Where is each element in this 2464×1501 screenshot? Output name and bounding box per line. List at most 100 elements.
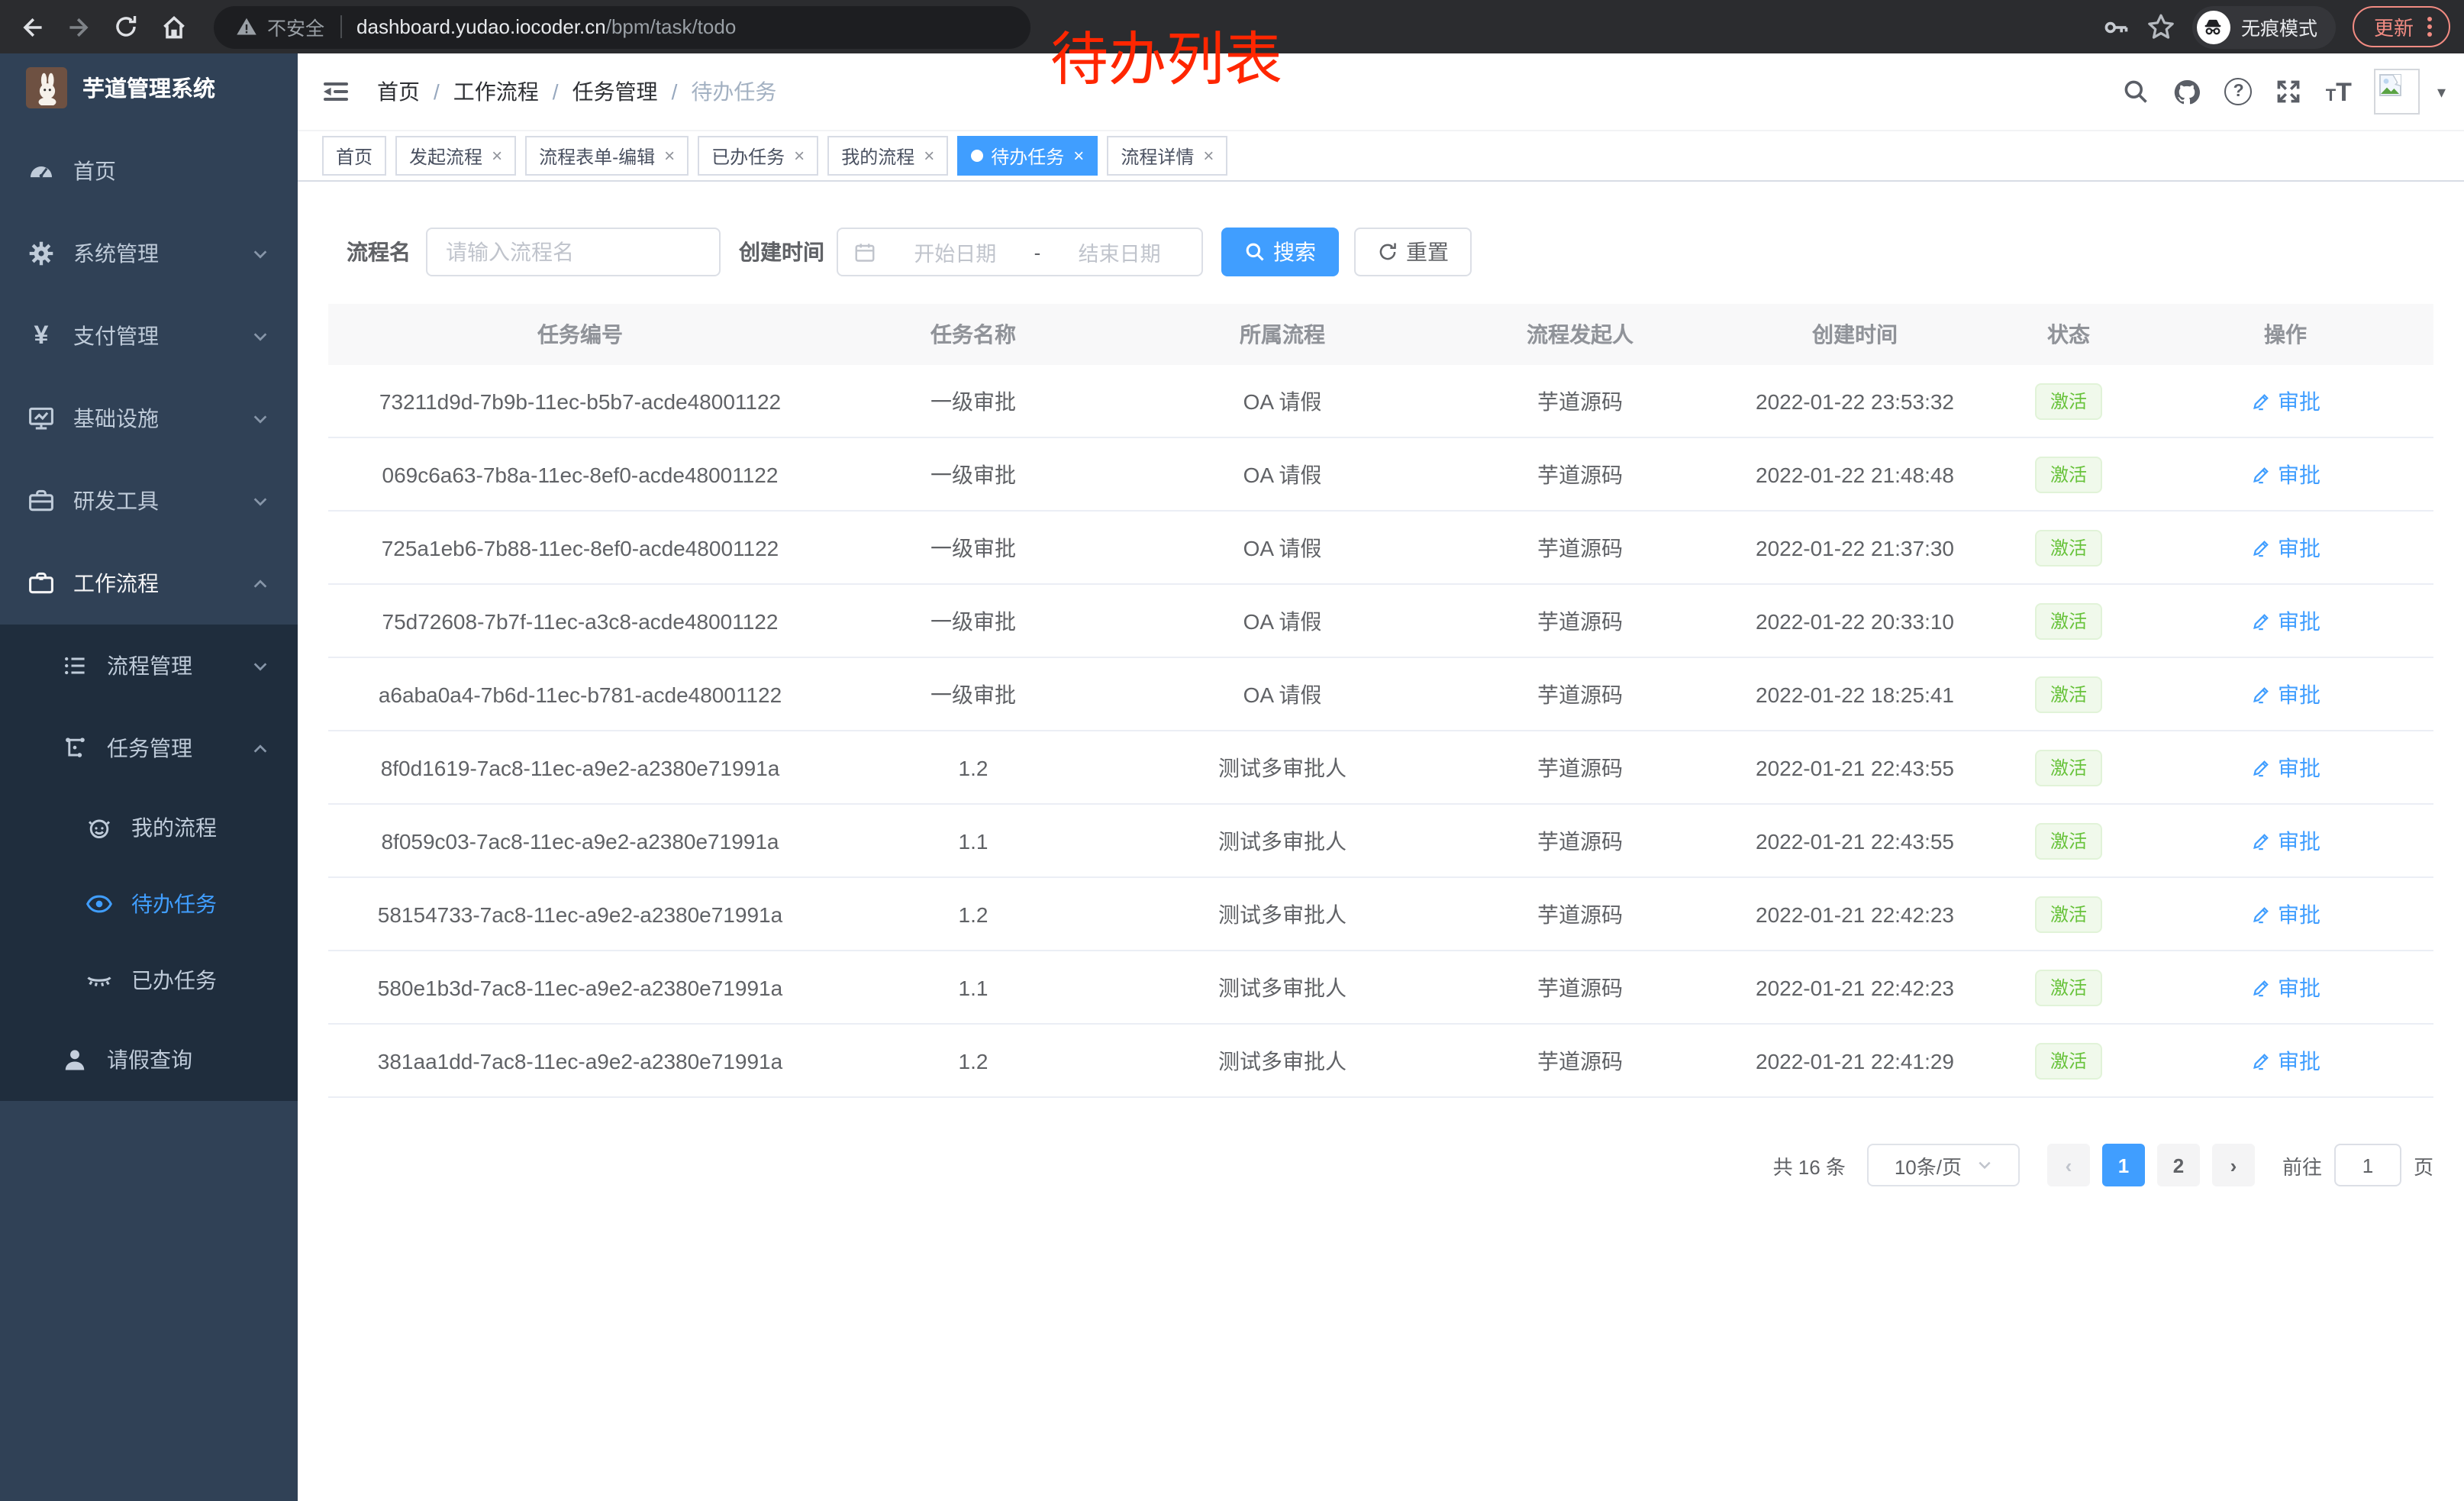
font-size-icon[interactable]: TT	[2326, 79, 2352, 105]
task-row: 58154733-7ac8-11ec-a9e2-a2380e71991a 1.2…	[328, 878, 2433, 951]
approve-link[interactable]: 审批	[2250, 459, 2320, 489]
yen-icon: ¥	[27, 321, 55, 351]
status-badge: 激活	[2035, 676, 2102, 712]
search-button[interactable]: 搜索	[1221, 228, 1339, 276]
sidebar-item-process-management[interactable]: 流程管理	[0, 625, 298, 707]
browser-back-button[interactable]	[11, 6, 52, 47]
incognito-icon	[2197, 10, 2230, 44]
approve-link[interactable]: 审批	[2250, 972, 2320, 1002]
browser-menu-icon[interactable]	[2427, 24, 2432, 29]
approve-link[interactable]: 审批	[2250, 386, 2320, 416]
task-name: 一级审批	[832, 386, 1114, 416]
tab-home[interactable]: 首页	[322, 136, 386, 176]
sidebar-item-task-management[interactable]: 任务管理	[0, 707, 298, 789]
url-bar[interactable]: 不安全 dashboard.yudao.iocoder.cn/bpm/task/…	[214, 5, 1030, 48]
approve-link[interactable]: 审批	[2250, 1045, 2320, 1076]
main-area: 首页 / 工作流程 / 任务管理 / 待办任务 ? TT ▾ 首页	[298, 53, 2464, 1501]
status-cell: 激活	[2000, 602, 2137, 639]
sidebar-item-system[interactable]: 系统管理	[0, 212, 298, 295]
sidebar-item-workflow[interactable]: 工作流程	[0, 542, 298, 625]
date-range-picker[interactable]: 开始日期 - 结束日期	[837, 228, 1203, 276]
status-cell: 激活	[2000, 676, 2137, 712]
sidebar-item-infrastructure[interactable]: 基础设施	[0, 377, 298, 460]
briefcase-icon	[27, 570, 55, 597]
search-icon[interactable]	[2123, 78, 2150, 105]
close-icon[interactable]: ×	[1203, 145, 1214, 166]
tab-my-process[interactable]: 我的流程×	[827, 136, 948, 176]
close-icon[interactable]: ×	[1073, 145, 1084, 166]
browser-reload-button[interactable]	[105, 6, 147, 47]
tab-form-edit[interactable]: 流程表单-编辑×	[525, 136, 689, 176]
screenshot-stage: 不安全 dashboard.yudao.iocoder.cn/bpm/task/…	[0, 0, 2464, 1501]
sidebar-item-done-tasks[interactable]: 已办任务	[0, 942, 298, 1018]
status-cell: 激活	[2000, 383, 2137, 419]
close-icon[interactable]: ×	[492, 145, 502, 166]
browser-toolbar: 不安全 dashboard.yudao.iocoder.cn/bpm/task/…	[0, 0, 2464, 53]
avatar[interactable]	[2375, 69, 2420, 115]
close-icon[interactable]: ×	[794, 145, 805, 166]
close-icon[interactable]: ×	[924, 145, 934, 166]
sidebar-item-home[interactable]: 首页	[0, 130, 298, 212]
sidebar-item-devtools[interactable]: 研发工具	[0, 460, 298, 542]
browser-home-button[interactable]	[153, 6, 194, 47]
breadcrumb-workflow[interactable]: 工作流程	[453, 76, 539, 107]
tab-done-tasks[interactable]: 已办任务×	[698, 136, 818, 176]
breadcrumb-home[interactable]: 首页	[377, 76, 420, 107]
tab-start-process[interactable]: 发起流程×	[395, 136, 516, 176]
search-icon	[1244, 241, 1266, 263]
back-arrow-icon	[18, 13, 45, 40]
sidebar-item-todo-tasks[interactable]: 待办任务	[0, 866, 298, 942]
approve-link[interactable]: 审批	[2250, 899, 2320, 929]
refresh-icon	[1377, 241, 1398, 263]
help-icon[interactable]: ?	[2225, 78, 2253, 105]
update-label: 更新	[2374, 12, 2414, 41]
avatar-dropdown-caret-icon[interactable]: ▾	[2437, 82, 2446, 102]
approve-link[interactable]: 审批	[2250, 605, 2320, 636]
sidebar-collapse-button[interactable]	[321, 76, 351, 107]
status-badge: 激活	[2035, 749, 2102, 786]
tab-process-detail[interactable]: 流程详情×	[1107, 136, 1227, 176]
approve-link[interactable]: 审批	[2250, 825, 2320, 856]
eye-closed-icon	[85, 967, 113, 994]
task-id: 75d72608-7b7f-11ec-a3c8-acde48001122	[328, 608, 832, 633]
person-icon	[61, 1046, 89, 1073]
password-key-icon[interactable]	[2102, 13, 2130, 40]
close-icon[interactable]: ×	[664, 145, 675, 166]
goto-page-input[interactable]	[2334, 1144, 2401, 1186]
task-process: OA 请假	[1114, 459, 1450, 489]
pagination-page-1[interactable]: 1	[2102, 1144, 2145, 1186]
flow-tree-icon	[61, 734, 89, 762]
status-badge: 激活	[2035, 456, 2102, 492]
github-icon[interactable]	[2173, 77, 2202, 106]
breadcrumb-task-management[interactable]: 任务管理	[572, 76, 658, 107]
reset-button[interactable]: 重置	[1354, 228, 1472, 276]
sidebar-item-leave-query[interactable]: 请假查询	[0, 1018, 298, 1101]
update-button[interactable]: 更新	[2353, 6, 2450, 47]
bookmark-star-icon[interactable]	[2146, 12, 2175, 41]
task-row: 8f059c03-7ac8-11ec-a9e2-a2380e71991a 1.1…	[328, 805, 2433, 878]
page-size-select[interactable]: 10条/页	[1867, 1144, 2020, 1186]
action-cell: 审批	[2137, 459, 2433, 489]
status-badge: 激活	[2035, 383, 2102, 419]
chevron-up-icon	[252, 741, 269, 757]
sidebar-item-my-process[interactable]: 我的流程	[0, 789, 298, 866]
chevron-down-icon	[252, 328, 269, 345]
tab-todo-tasks[interactable]: 待办任务×	[957, 136, 1098, 176]
col-actions: 操作	[2137, 319, 2433, 350]
pagination-prev-button[interactable]: ‹	[2047, 1144, 2090, 1186]
fullscreen-icon[interactable]	[2275, 78, 2303, 105]
hamburger-collapse-icon	[321, 76, 351, 107]
pagination-page-2[interactable]: 2	[2157, 1144, 2200, 1186]
sidebar-item-payment[interactable]: ¥ 支付管理	[0, 295, 298, 377]
approve-link[interactable]: 审批	[2250, 679, 2320, 709]
approve-link[interactable]: 审批	[2250, 752, 2320, 783]
sidebar-item-label: 研发工具	[73, 486, 159, 516]
process-name-input[interactable]	[426, 228, 721, 276]
sidebar-item-label: 基础设施	[73, 403, 159, 434]
browser-forward-button[interactable]	[58, 6, 99, 47]
sidebar-logo-row[interactable]: 芋道管理系统	[0, 53, 298, 122]
approve-link[interactable]: 审批	[2250, 532, 2320, 563]
pagination-next-button[interactable]: ›	[2212, 1144, 2255, 1186]
sidebar-item-label: 首页	[73, 156, 116, 186]
task-time: 2022-01-21 22:42:23	[1710, 902, 2000, 926]
